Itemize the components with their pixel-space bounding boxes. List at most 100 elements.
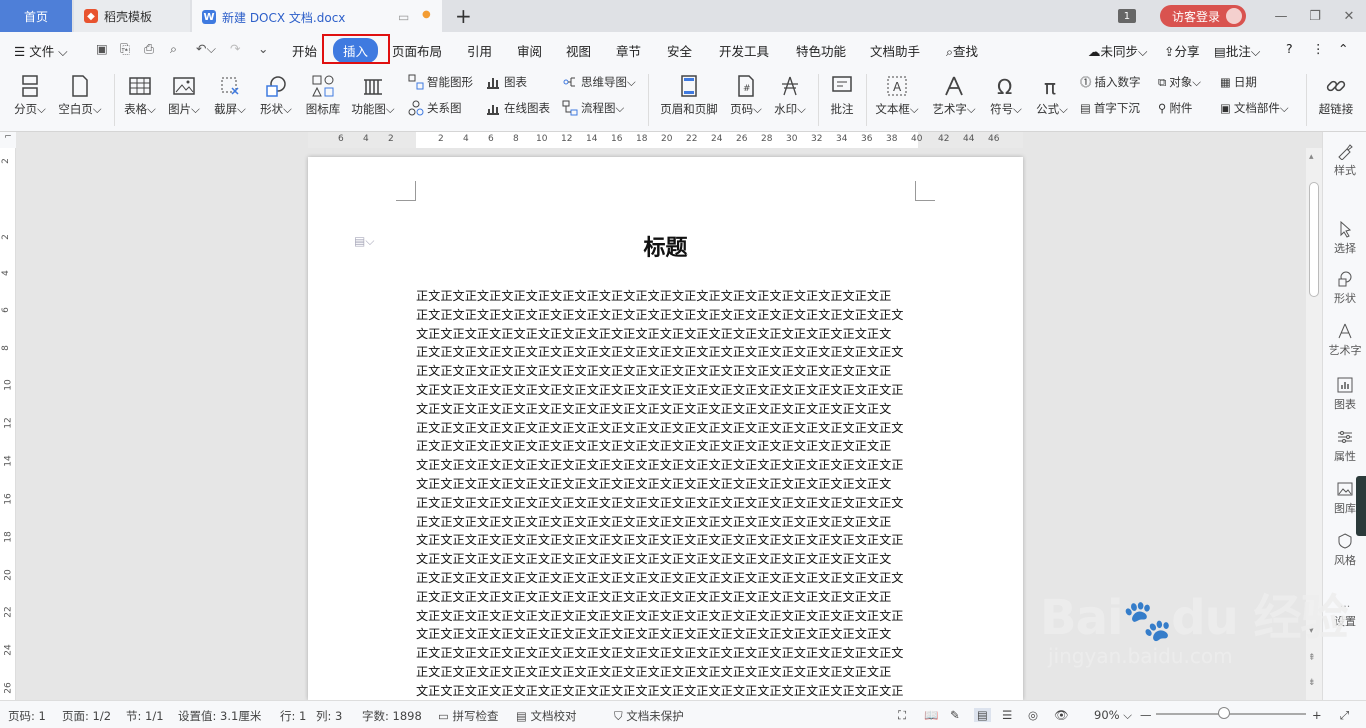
write-mode-icon[interactable]: ✎ [950, 708, 960, 722]
document-body[interactable]: 正文正文正文正文正文正文正文正文正文正文正文正文正文正文正文正文正文正文正文正正… [416, 287, 916, 701]
wordart-pane-button[interactable]: 艺术字 [1323, 322, 1366, 358]
comment-menu-button[interactable]: ▤批注⌵ [1214, 41, 1260, 60]
new-tab-plus-icon[interactable]: + [455, 4, 472, 28]
menu-developer[interactable]: 开发工具 [719, 41, 769, 60]
menu-view[interactable]: 视图 [566, 41, 591, 60]
more-options-icon[interactable]: ⋮ [1312, 41, 1325, 56]
menu-doc-assistant[interactable]: 文档助手 [870, 41, 920, 60]
sync-status[interactable]: ☁未同步⌵ [1088, 41, 1148, 60]
doc-part-button[interactable]: ▣ 文档部件 ⌵ [1220, 100, 1289, 116]
page-view-icon[interactable]: ▤ [974, 708, 991, 722]
menu-special-features[interactable]: 特色功能 [796, 41, 846, 60]
protect-status-button[interactable]: ⛉ 文档未保护 [614, 708, 684, 724]
tab-stop-selector[interactable]: ⌐ [0, 132, 16, 148]
textbox-button[interactable]: A 文本框⌵ [874, 74, 920, 117]
style-pane-button[interactable]: 样式 [1323, 142, 1366, 178]
page-break-button[interactable]: 分页⌵ [12, 74, 48, 117]
function-chart-button[interactable]: 功能图⌵ [350, 74, 396, 117]
chart-button[interactable]: 图表 [485, 74, 527, 90]
drop-cap-button[interactable]: ▤ 首字下沉 [1080, 100, 1140, 116]
theme-pane-button[interactable]: 风格 [1323, 532, 1366, 568]
monitor-icon[interactable]: ▭ [398, 10, 409, 24]
undo-icon[interactable]: ↶⌵ [196, 41, 216, 57]
file-menu[interactable]: ☰ 文件 ⌵ [14, 41, 68, 60]
quick-access-more-icon[interactable]: ⌄ [258, 41, 268, 56]
insert-number-button[interactable]: ⓵ 插入数字 [1080, 74, 1141, 90]
online-chart-button[interactable]: 在线图表 [485, 100, 550, 116]
table-button[interactable]: 表格⌵ [122, 74, 158, 117]
scroll-up-icon[interactable]: ▴ [1309, 152, 1314, 162]
page-number-button[interactable]: # 页码⌵ [728, 74, 764, 117]
fullscreen-icon[interactable]: ⛶ [898, 708, 906, 723]
help-icon[interactable]: ? [1286, 41, 1293, 56]
side-collapse-handle[interactable] [1356, 476, 1366, 536]
wordart-button[interactable]: 艺术字⌵ [930, 74, 978, 117]
redo-icon[interactable]: ↷ [230, 41, 240, 56]
chart-pane-button[interactable]: 图表 [1323, 376, 1366, 412]
visitor-login-button[interactable]: 访客登录 [1159, 5, 1246, 27]
status-column[interactable]: 列: 3 [316, 708, 342, 724]
zoom-slider-handle[interactable] [1218, 707, 1230, 719]
insert-comment-button[interactable]: 批注 [826, 74, 858, 117]
picture-button[interactable]: 图片⌵ [166, 74, 202, 117]
menu-chapter[interactable]: 章节 [616, 41, 641, 60]
object-button[interactable]: ⧉ 对象 ⌵ [1158, 74, 1201, 90]
format-painter-icon[interactable]: ⎘ [120, 41, 130, 57]
status-row[interactable]: 行: 1 [280, 708, 306, 724]
header-footer-button[interactable]: 页眉和页脚 [656, 74, 722, 117]
menu-review[interactable]: 审阅 [517, 41, 542, 60]
relation-chart-button[interactable]: 关系图 [408, 100, 462, 116]
restore-icon[interactable]: ❐ [1298, 9, 1332, 24]
status-section[interactable]: 节: 1/1 [126, 708, 164, 724]
flowchart-button[interactable]: 流程图 ⌵ [562, 100, 624, 116]
blank-page-button[interactable]: 空白页⌵ [56, 74, 104, 117]
collapse-ribbon-icon[interactable]: ⌃ [1338, 41, 1348, 56]
outline-view-icon[interactable]: ☰ [1002, 708, 1012, 722]
shape-pane-button[interactable]: 形状 [1323, 270, 1366, 306]
status-word-count[interactable]: 字数: 1898 [362, 708, 422, 724]
horizontal-ruler[interactable]: 6 4 2 2 4 6 8 10 12 14 16 18 20 22 24 26… [308, 132, 1023, 148]
search-command[interactable]: ⌕查找 [946, 41, 978, 60]
select-pane-button[interactable]: 选择 [1323, 220, 1366, 256]
minimize-icon[interactable]: — [1264, 9, 1298, 24]
spell-check-button[interactable]: ▭ 拼写检查 [438, 708, 499, 724]
attachment-button[interactable]: ⚲ 附件 [1158, 100, 1192, 116]
print-icon[interactable]: ⎙ [144, 41, 154, 57]
save-icon[interactable]: ▣ [96, 41, 108, 56]
eye-protection-icon[interactable]: 👁 [1054, 708, 1069, 722]
properties-pane-button[interactable]: 属性 [1323, 428, 1366, 464]
window-count-badge[interactable]: 1 [1117, 9, 1136, 23]
reading-mode-icon[interactable]: 📖 [924, 708, 938, 722]
fit-window-icon[interactable]: ⤢ [1340, 708, 1349, 723]
tab-daoke-templates[interactable]: ◆ 稻壳模板 [74, 0, 190, 32]
hyperlink-button[interactable]: 超链接 [1312, 74, 1360, 117]
icon-library-button[interactable]: 图标库 [304, 74, 342, 117]
zoom-in-icon[interactable]: + [1312, 708, 1322, 722]
tab-document[interactable]: W 新建 DOCX 文档.docx ▭ ● [192, 0, 442, 32]
smartart-button[interactable]: 智能图形 [408, 74, 473, 90]
symbol-button[interactable]: Ω 符号⌵ [988, 74, 1024, 117]
zoom-out-icon[interactable]: — [1140, 708, 1152, 722]
formula-button[interactable]: π 公式⌵ [1034, 74, 1070, 117]
date-button[interactable]: ▦ 日期 [1220, 74, 1257, 90]
web-view-icon[interactable]: ◎ [1028, 708, 1038, 722]
status-page-number[interactable]: 页码: 1 [8, 708, 46, 724]
screenshot-button[interactable]: 截屏⌵ [212, 74, 248, 117]
document-page[interactable]: ▤⌵ 标题 正文正文正文正文正文正文正文正文正文正文正文正文正文正文正文正文正文… [308, 157, 1023, 700]
share-button[interactable]: ⇪分享 [1164, 41, 1200, 60]
watermark-button[interactable]: 水印⌵ [772, 74, 808, 117]
menu-reference[interactable]: 引用 [467, 41, 492, 60]
zoom-slider-track[interactable] [1156, 713, 1306, 715]
menu-page-layout[interactable]: 页面布局 [392, 41, 442, 60]
status-setting-value[interactable]: 设置值: 3.1厘米 [178, 708, 261, 724]
close-icon[interactable]: ✕ [1332, 9, 1366, 24]
menu-security[interactable]: 安全 [667, 41, 692, 60]
print-preview-icon[interactable]: ⌕ [170, 41, 177, 57]
proofread-button[interactable]: ▤ 文档校对 [516, 708, 577, 724]
vertical-ruler[interactable]: 2 2 4 6 8 10 12 14 16 18 20 22 24 26 [0, 148, 16, 700]
scrollbar-thumb[interactable] [1309, 182, 1319, 297]
tab-home[interactable]: 首页 [0, 0, 72, 32]
shape-button[interactable]: 形状⌵ [258, 74, 294, 117]
document-title[interactable]: 标题 [308, 230, 1023, 262]
menu-start[interactable]: 开始 [292, 41, 317, 60]
